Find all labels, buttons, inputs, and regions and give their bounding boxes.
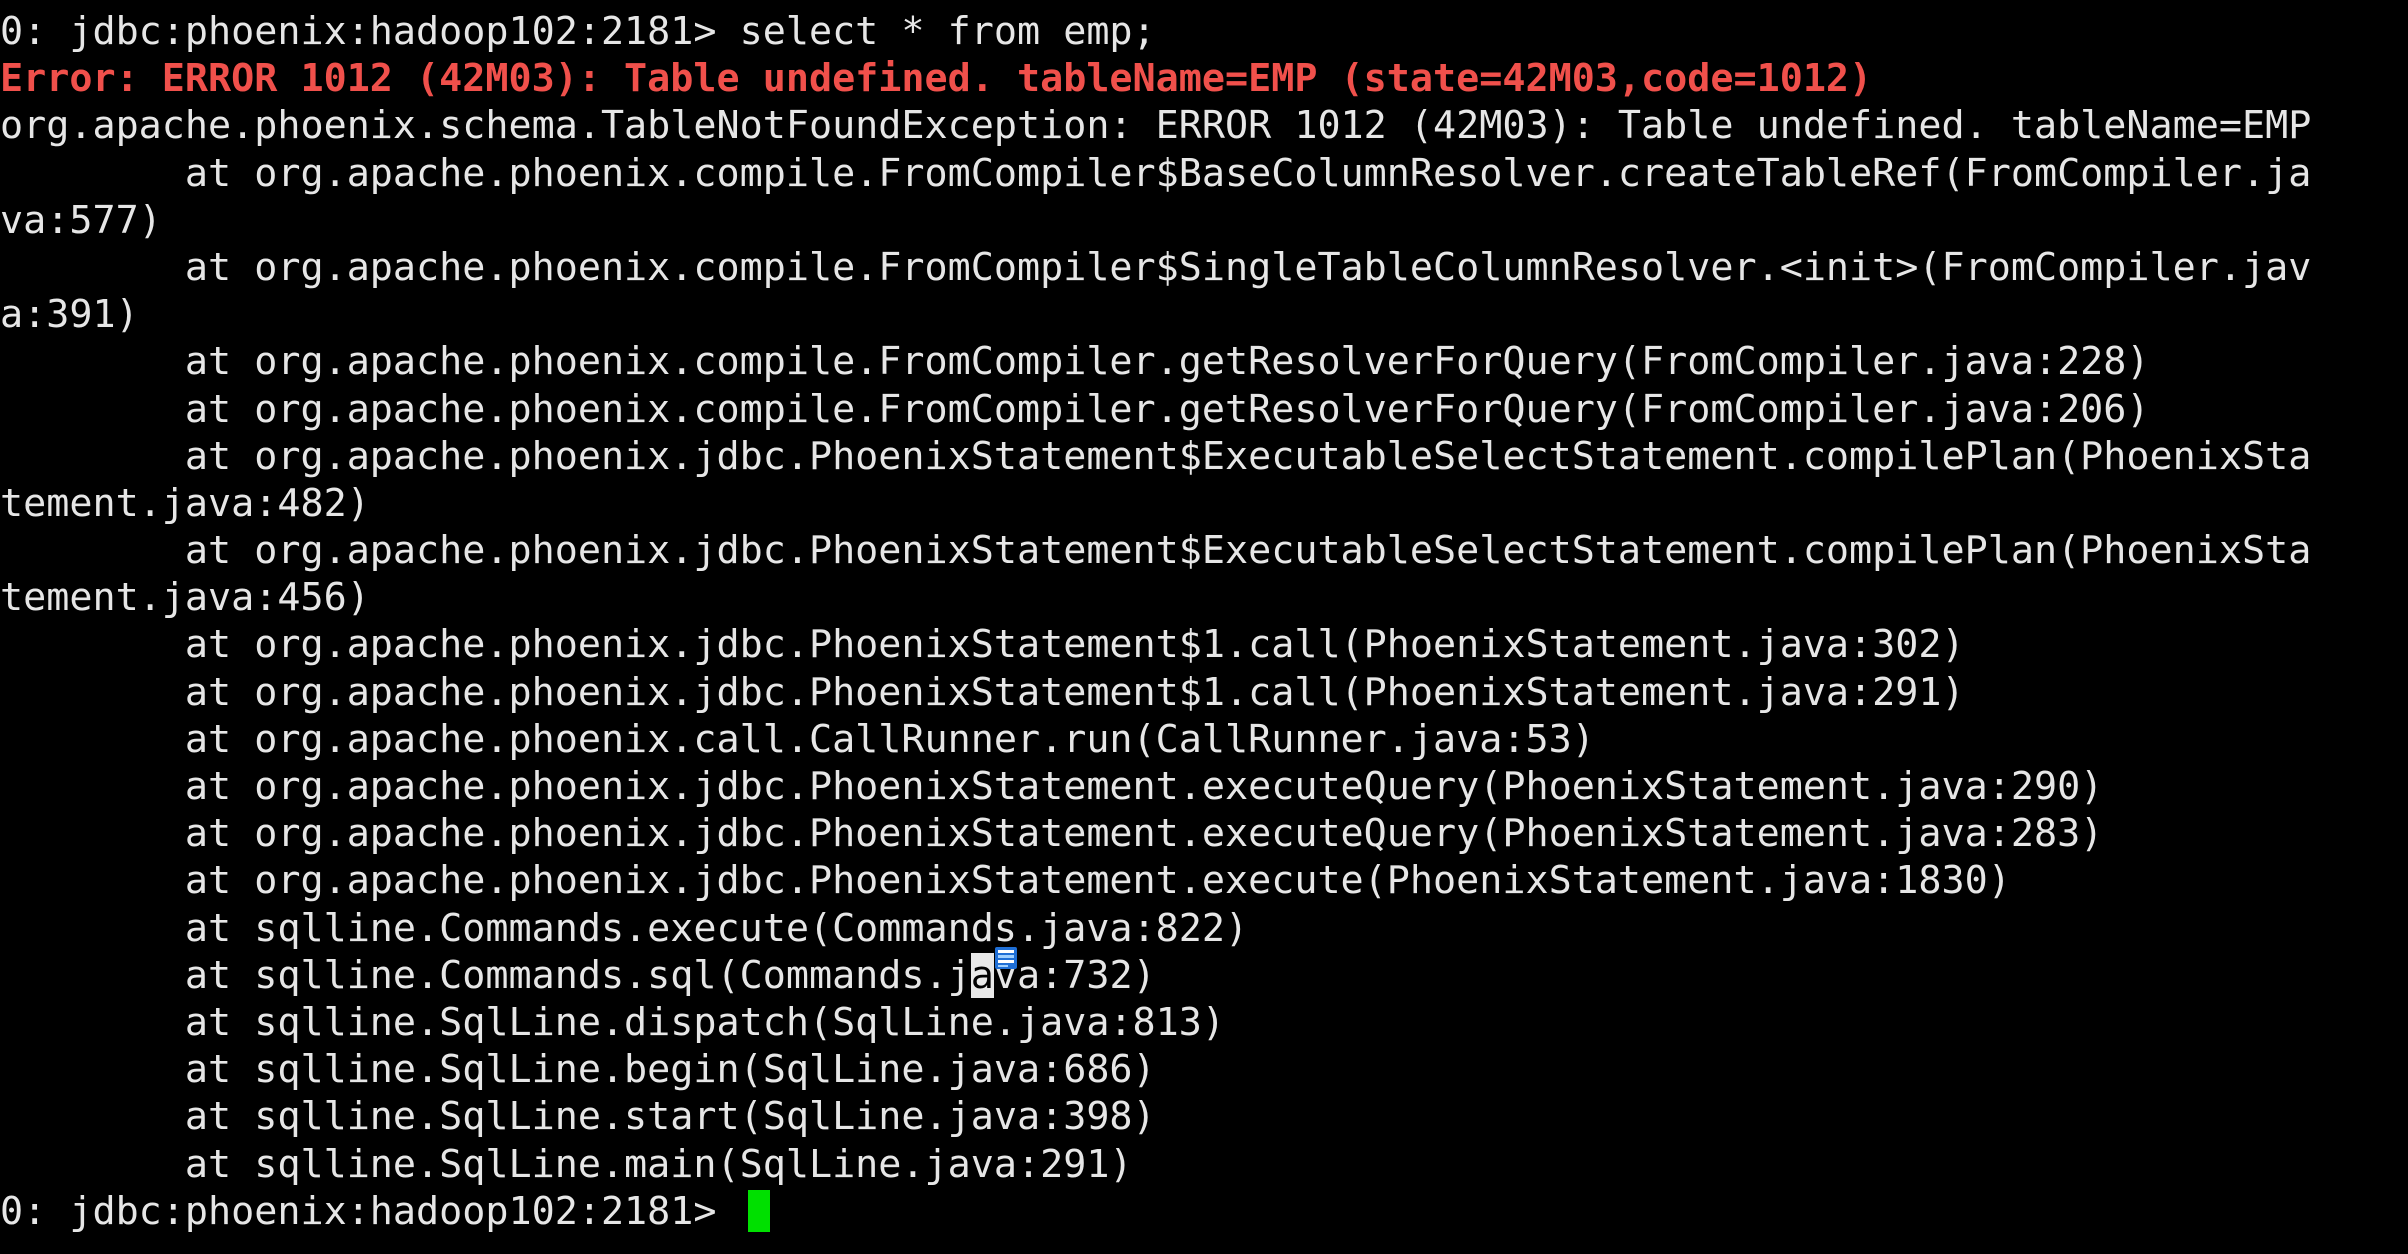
stack-line: at org.apache.phoenix.jdbc.PhoenixStatem…	[0, 622, 1965, 668]
prompt-line[interactable]: 0: jdbc:phoenix:hadoop102:2181>	[0, 1188, 2408, 1235]
exception-line: org.apache.phoenix.schema.TableNotFoundE…	[0, 103, 2312, 149]
terminal-cursor	[747, 1189, 770, 1232]
stack-line: at org.apache.phoenix.jdbc.PhoenixStatem…	[0, 669, 1965, 715]
stack-line: at sqlline.SqlLine.start(SqlLine.java:39…	[0, 1094, 1156, 1140]
stack-line: at org.apache.phoenix.jdbc.PhoenixStatem…	[0, 528, 2312, 574]
stack-line: at sqlline.Commands.execute(Commands.jav…	[0, 905, 1249, 951]
stack-line: at org.apache.phoenix.jdbc.PhoenixStatem…	[0, 811, 2104, 857]
error-message: Error: ERROR 1012 (42M03): Table undefin…	[0, 56, 1873, 102]
terminal-window[interactable]: 0: jdbc:phoenix:hadoop102:2181> select *…	[0, 0, 2408, 1254]
stack-line: at org.apache.phoenix.jdbc.PhoenixStatem…	[0, 764, 2104, 809]
stack-line: at sqlline.SqlLine.main(SqlLine.java:291…	[0, 1141, 1133, 1187]
stack-line: at org.apache.phoenix.call.CallRunner.ru…	[0, 716, 1595, 762]
stack-line-text: at sqlline.Commands.sql(Commands.j	[0, 952, 971, 998]
command-line: 0: jdbc:phoenix:hadoop102:2181> select *…	[0, 9, 1156, 54]
stack-line: at sqlline.SqlLine.dispatch(SqlLine.java…	[0, 999, 1225, 1045]
stack-line: at org.apache.phoenix.compile.FromCompil…	[0, 244, 2312, 290]
stack-line: at org.apache.phoenix.compile.FromCompil…	[0, 150, 2312, 196]
stack-line-with-selection: at sqlline.Commands.sql(Commands.java:73…	[0, 952, 2408, 999]
stack-line: at org.apache.phoenix.compile.FromCompil…	[0, 339, 2150, 385]
stack-line: a:391)	[0, 292, 139, 338]
text-selection-cursor-icon	[995, 947, 1017, 969]
stack-line: at org.apache.phoenix.jdbc.PhoenixStatem…	[0, 433, 2312, 479]
stack-line: tement.java:482)	[0, 480, 370, 526]
text-selection[interactable]: a	[970, 952, 994, 998]
stack-line: at org.apache.phoenix.jdbc.PhoenixStatem…	[0, 858, 2011, 904]
stack-line: tement.java:456)	[0, 575, 370, 621]
stack-line-text: va:732)	[993, 952, 1156, 998]
stack-line: at sqlline.SqlLine.begin(SqlLine.java:68…	[0, 1047, 1156, 1093]
stack-line: at org.apache.phoenix.compile.FromCompil…	[0, 386, 2150, 432]
stack-line: va:577)	[0, 197, 162, 243]
shell-prompt: 0: jdbc:phoenix:hadoop102:2181>	[0, 1188, 740, 1234]
